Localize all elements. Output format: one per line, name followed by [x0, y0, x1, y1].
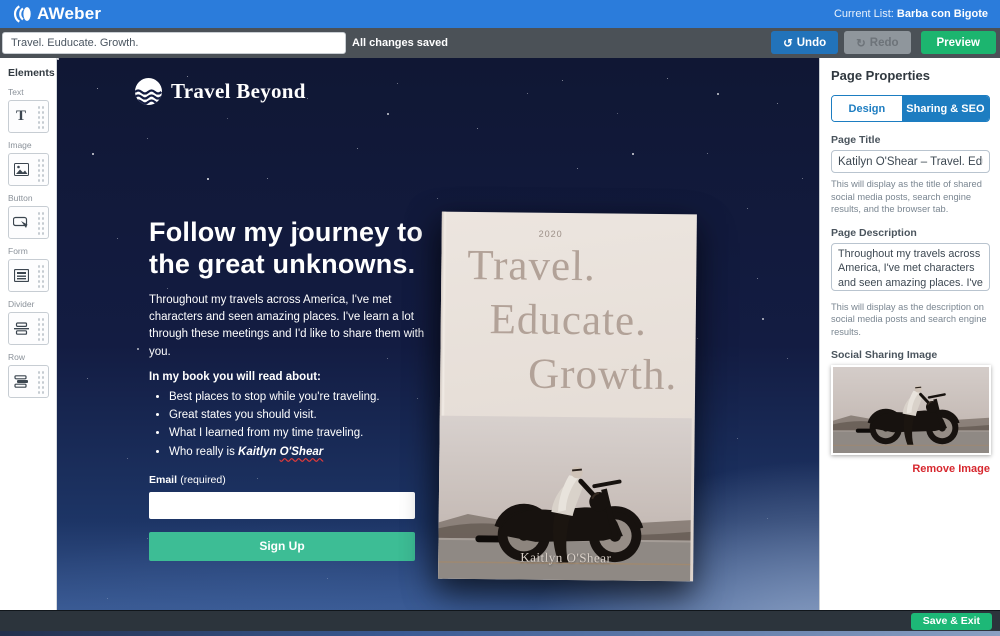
panel-title: Page Properties: [831, 68, 990, 83]
email-label-text: Email: [149, 474, 177, 486]
undo-button[interactable]: ↺ Undo: [771, 31, 838, 54]
list-item-text: Who really is: [169, 446, 238, 458]
text-icon: T: [9, 108, 33, 125]
element-card-image[interactable]: [8, 153, 49, 186]
page-description-textarea[interactable]: Throughout my travels across America, I'…: [831, 243, 990, 291]
element-label-row: Row: [8, 352, 56, 362]
social-image-label: Social Sharing Image: [831, 349, 990, 361]
app-header: AWeber Current List: Barba con Bigote: [0, 0, 1000, 28]
element-card-form[interactable]: [8, 259, 49, 292]
list-item[interactable]: Great states you should visit.: [169, 407, 427, 424]
element-label-button: Button: [8, 193, 56, 203]
book-author: Kaitlyn O'Shear: [438, 549, 693, 568]
book-cover-image[interactable]: 2020 Travel. Educate. Growth. Kaitlyn O'…: [438, 212, 697, 582]
hero-copy[interactable]: Follow my journey to the great unknowns.…: [149, 216, 427, 561]
page-properties-panel: Page Properties Design Sharing & SEO Pag…: [819, 58, 1000, 610]
page-description-label: Page Description: [831, 227, 990, 239]
redo-label: Redo: [870, 37, 899, 49]
drag-handle-icon: [37, 370, 45, 394]
element-card-text[interactable]: T: [8, 100, 49, 133]
travel-beyond-logo[interactable]: Travel Beyond: [135, 78, 306, 105]
landing-page-canvas[interactable]: Travel Beyond Follow my journey to the g…: [57, 58, 819, 610]
divider-icon: [9, 322, 33, 335]
element-label-divider: Divider: [8, 299, 56, 309]
tab-design[interactable]: Design: [832, 96, 902, 121]
editor-toolbar: All changes saved ↺ Undo ↻ Redo Preview: [0, 28, 1000, 58]
list-item[interactable]: Best places to stop while you're traveli…: [169, 389, 427, 406]
element-card-divider[interactable]: [8, 312, 49, 345]
drag-handle-icon: [37, 158, 45, 182]
social-image-preview: [833, 367, 989, 453]
hero-paragraph[interactable]: Throughout my travels across America, I'…: [149, 292, 427, 361]
current-list: Current List: Barba con Bigote: [834, 8, 988, 20]
hero-headline[interactable]: Follow my journey to the great unknowns.: [149, 216, 427, 281]
save-exit-button[interactable]: Save & Exit: [911, 613, 992, 630]
page-name-input[interactable]: [2, 32, 346, 54]
undo-icon: ↺: [783, 36, 793, 50]
book-title-line3: Growth.: [440, 347, 696, 404]
list-item[interactable]: What I learned from my time traveling.: [169, 425, 427, 442]
element-label-form: Form: [8, 246, 56, 256]
elements-sidebar: Elements Text T Image Button Form Divide…: [0, 58, 57, 610]
author-name-first: Kaitlyn: [238, 446, 280, 458]
element-label-text: Text: [8, 87, 56, 97]
image-icon: [9, 163, 33, 176]
save-status: All changes saved: [352, 37, 448, 49]
preview-label: Preview: [937, 37, 980, 49]
element-label-image: Image: [8, 140, 56, 150]
redo-button[interactable]: ↻ Redo: [844, 31, 910, 54]
row-icon: [9, 375, 33, 388]
brand-name: AWeber: [37, 4, 101, 24]
waves-icon: [135, 78, 162, 105]
email-required-text: (required): [180, 474, 226, 486]
redo-icon: ↻: [856, 36, 866, 50]
aweber-logo[interactable]: AWeber: [12, 4, 101, 24]
drag-handle-icon: [37, 317, 45, 341]
book-title-line2: Educate.: [441, 293, 697, 350]
undo-label: Undo: [797, 37, 826, 49]
drag-handle-icon: [37, 211, 45, 235]
list-intro[interactable]: In my book you will read about:: [149, 371, 427, 383]
button-icon: [9, 216, 33, 229]
bottom-bar: Save & Exit: [0, 610, 1000, 631]
book-title-line1: Travel.: [441, 239, 697, 296]
book-year: 2020: [539, 229, 563, 239]
page-title-label: Page Title: [831, 134, 990, 146]
current-list-label: Current List:: [834, 8, 894, 20]
remove-image-link[interactable]: Remove Image: [831, 463, 990, 475]
page-title-help: This will display as the title of shared…: [831, 178, 990, 216]
email-label: Email (required): [149, 474, 427, 486]
drag-handle-icon: [37, 264, 45, 288]
tab-sharing-seo[interactable]: Sharing & SEO: [902, 96, 989, 121]
drag-handle-icon: [37, 105, 45, 129]
element-card-button[interactable]: [8, 206, 49, 239]
page-description-help: This will display as the description on …: [831, 301, 990, 339]
bottom-strip: [0, 631, 1000, 636]
properties-tabs: Design Sharing & SEO: [831, 95, 990, 122]
social-sharing-image[interactable]: [831, 365, 991, 455]
starfield-bright: [57, 58, 59, 60]
email-input[interactable]: [149, 492, 415, 519]
page-title-input[interactable]: [831, 150, 990, 173]
elements-title: Elements: [8, 67, 56, 79]
book-title: Travel. Educate. Growth.: [440, 239, 697, 404]
signup-button[interactable]: Sign Up: [149, 532, 415, 561]
site-logo-text: Travel Beyond: [171, 79, 306, 104]
current-list-value: Barba con Bigote: [897, 8, 988, 20]
preview-button[interactable]: Preview: [921, 31, 996, 54]
aweber-logo-icon: [12, 4, 33, 24]
form-icon: [9, 269, 33, 282]
element-card-row[interactable]: [8, 365, 49, 398]
list-item[interactable]: Who really is Kaitlyn O'Shear: [169, 444, 427, 461]
author-name-last: O'Shear: [280, 446, 324, 458]
benefits-list[interactable]: Best places to stop while you're traveli…: [169, 389, 427, 461]
